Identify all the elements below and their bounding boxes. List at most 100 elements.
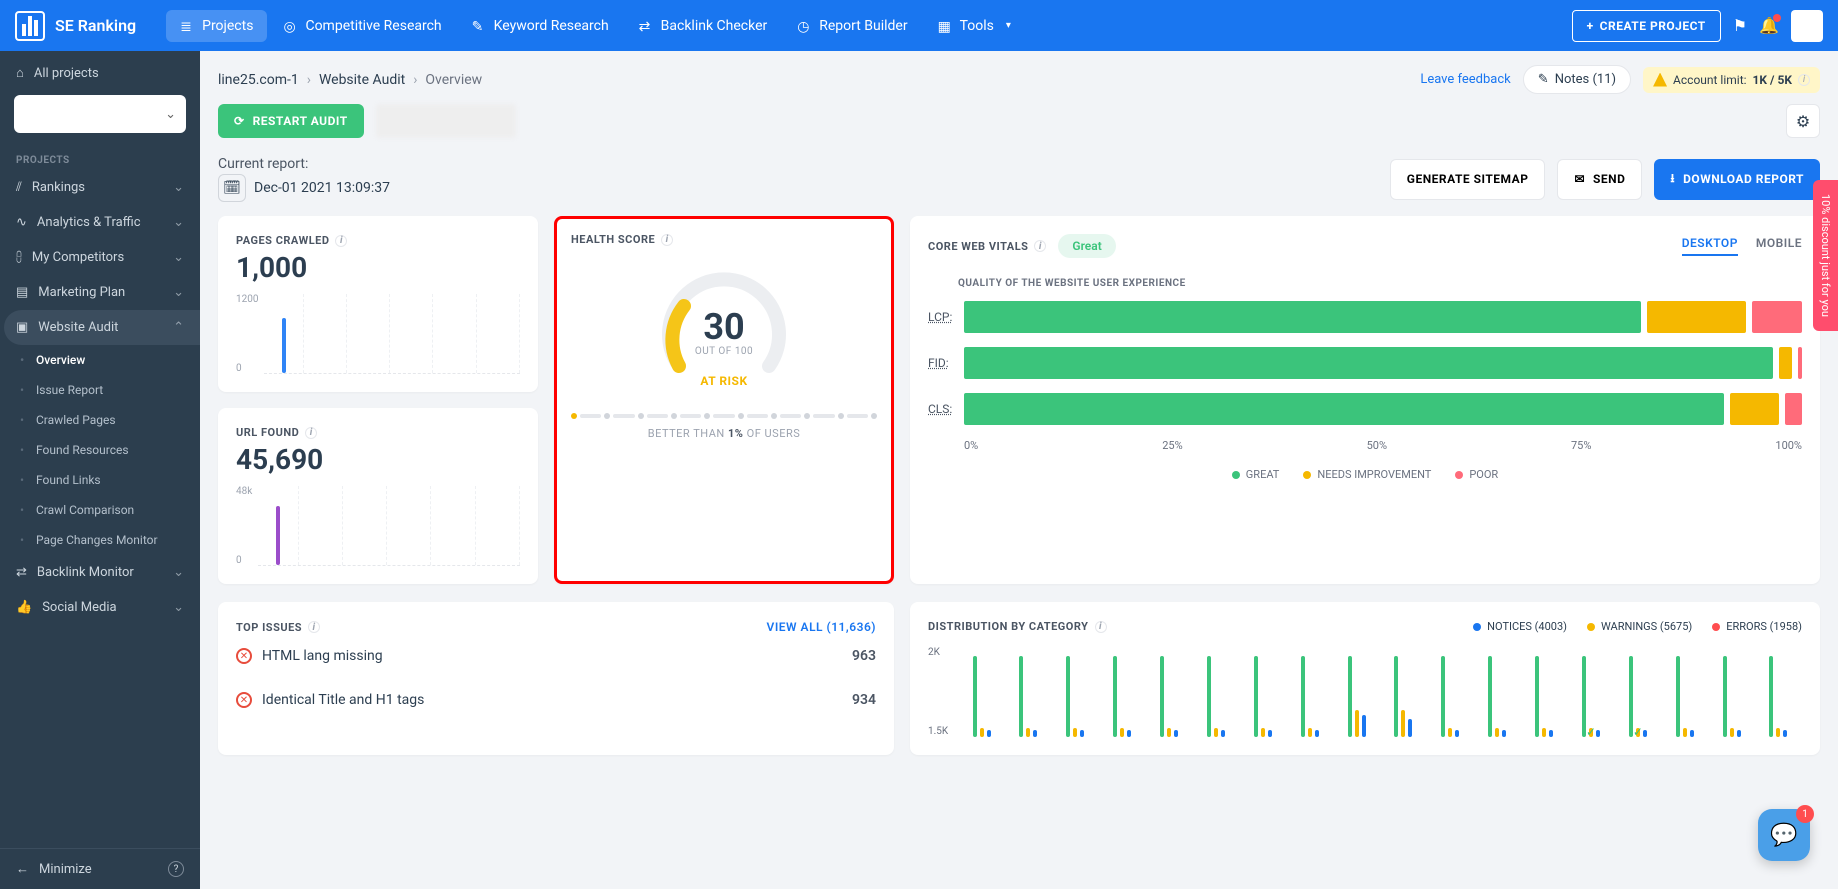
- breadcrumb-project[interactable]: line25.com-1: [218, 72, 299, 88]
- pages-crawled-value: 1,000: [236, 251, 520, 284]
- user-avatar[interactable]: [1791, 10, 1823, 42]
- y-max: 1200: [236, 294, 258, 305]
- chat-button[interactable]: 💬: [1758, 809, 1810, 861]
- account-limit-badge[interactable]: Account limit: 1K / 5K i: [1643, 67, 1820, 93]
- subnav-found-resources[interactable]: Found Resources: [36, 435, 200, 465]
- chevron-up-icon: ⌃: [173, 320, 184, 335]
- sidebar-item-marketing-plan[interactable]: ▤Marketing Plan⌄: [0, 275, 200, 310]
- notifications-button[interactable]: 🔔: [1759, 16, 1779, 35]
- create-project-button[interactable]: +CREATE PROJECT: [1572, 10, 1721, 42]
- chevron-down-icon: ⌄: [173, 600, 184, 615]
- nav-tools[interactable]: ▦Tools▾: [924, 10, 1025, 42]
- breadcrumb-sep: ›: [307, 72, 311, 88]
- subnav-overview[interactable]: Overview: [36, 345, 200, 375]
- sidebar-item-rankings[interactable]: ⫽Rankings⌄: [0, 170, 200, 205]
- chevron-down-icon: ⌄: [173, 215, 184, 230]
- subnav-page-changes[interactable]: Page Changes Monitor: [36, 525, 200, 555]
- subnav-crawl-comparison[interactable]: Crawl Comparison: [36, 495, 200, 525]
- nav-competitive-research[interactable]: ◎Competitive Research: [269, 10, 455, 42]
- sidebar-item-competitors[interactable]: ⩉My Competitors⌄: [0, 240, 200, 275]
- nav-label: Keyword Research: [494, 18, 609, 34]
- audit-icon: ▣: [16, 320, 28, 335]
- url-found-sparkline: 48k0: [236, 486, 520, 566]
- side-label: Rankings: [32, 180, 85, 195]
- audit-submenu: Overview Issue Report Crawled Pages Foun…: [0, 345, 200, 555]
- view-all-issues-link[interactable]: VIEW ALL (11,636): [767, 620, 876, 634]
- sidebar: ⌂All projects ⌄ PROJECTS ⫽Rankings⌄ ∿Ana…: [0, 51, 200, 889]
- info-icon[interactable]: i: [1034, 240, 1046, 252]
- pulse-icon: ∿: [16, 215, 27, 230]
- sidebar-item-backlink-monitor[interactable]: ⇄Backlink Monitor⌄: [0, 555, 200, 590]
- generate-sitemap-button[interactable]: GENERATE SITEMAP: [1390, 159, 1546, 200]
- issue-row[interactable]: ✕ HTML lang missing 963: [236, 634, 876, 678]
- subnav-found-links[interactable]: Found Links: [36, 465, 200, 495]
- minimize-sidebar-button[interactable]: ←Minimize?: [0, 849, 200, 889]
- sidebar-section-label: PROJECTS: [0, 147, 200, 170]
- issue-row[interactable]: ✕ Identical Title and H1 tags 934: [236, 678, 876, 722]
- card-title-text: CORE WEB VITALS: [928, 240, 1028, 253]
- tab-mobile[interactable]: MOBILE: [1756, 236, 1802, 256]
- all-projects-link[interactable]: ⌂All projects: [0, 51, 200, 95]
- y-max: 48k: [236, 486, 252, 497]
- notes-button[interactable]: ✎Notes (11): [1523, 65, 1631, 94]
- brand-logo[interactable]: SE Ranking: [15, 11, 136, 41]
- card-title-text: DISTRIBUTION BY CATEGORY: [928, 620, 1089, 633]
- info-icon[interactable]: i: [661, 234, 673, 246]
- info-icon[interactable]: i: [308, 621, 320, 633]
- link-icon: ⇄: [16, 565, 27, 580]
- send-button[interactable]: ✉SEND: [1557, 159, 1642, 200]
- nav-backlink-checker[interactable]: ⇄Backlink Checker: [625, 10, 782, 42]
- tab-desktop[interactable]: DESKTOP: [1682, 236, 1738, 256]
- minimize-label: Minimize: [39, 862, 92, 877]
- thumbs-up-icon: 👍: [16, 600, 32, 615]
- cwv-legend: GREAT NEEDS IMPROVEMENT POOR: [928, 468, 1802, 481]
- nav-keyword-research[interactable]: ✎Keyword Research: [458, 10, 623, 42]
- sidebar-item-website-audit[interactable]: ▣Website Audit⌃: [4, 310, 200, 345]
- nav-label: Tools: [960, 18, 994, 34]
- edit-icon: ✎: [1538, 72, 1549, 87]
- subnav-issue-report[interactable]: Issue Report: [36, 375, 200, 405]
- info-icon[interactable]: i: [1095, 621, 1107, 633]
- subnav-crawled-pages[interactable]: Crawled Pages: [36, 405, 200, 435]
- leave-feedback-link[interactable]: Leave feedback: [1420, 72, 1510, 87]
- redacted-area: [376, 104, 516, 138]
- restart-audit-button[interactable]: ⟳RESTART AUDIT: [218, 104, 364, 138]
- report-date-selector[interactable]: 🗓 Dec-01 2021 13:09:37: [218, 174, 390, 202]
- chevron-down-icon: ⌄: [173, 565, 184, 580]
- top-navigation: SE Ranking ≣Projects ◎Competitive Resear…: [0, 0, 1838, 51]
- download-report-button[interactable]: ⭳DOWNLOAD REPORT: [1654, 159, 1820, 200]
- breadcrumb-section[interactable]: Website Audit: [319, 72, 405, 88]
- url-found-card: URL FOUNDi 45,690 48k0: [218, 408, 538, 584]
- info-icon[interactable]: i: [305, 427, 317, 439]
- nav-report-builder[interactable]: ◷Report Builder: [783, 10, 921, 42]
- health-score-sub: OUT OF 100: [649, 346, 799, 357]
- brand-name: SE Ranking: [55, 16, 136, 35]
- nav-items: ≣Projects ◎Competitive Research ✎Keyword…: [166, 10, 1572, 42]
- info-icon[interactable]: i: [335, 235, 347, 247]
- legend-errors: ERRORS (1958): [1726, 620, 1802, 633]
- project-selector[interactable]: ⌄: [14, 95, 186, 133]
- help-icon[interactable]: ?: [168, 861, 184, 877]
- sidebar-item-social-media[interactable]: 👍 Social Media ⌄: [0, 590, 200, 625]
- url-found-value: 45,690: [236, 443, 520, 476]
- nav-projects[interactable]: ≣Projects: [166, 10, 267, 42]
- settings-button[interactable]: ⚙: [1786, 104, 1820, 138]
- y-val: 2K: [928, 647, 948, 658]
- generate-label: GENERATE SITEMAP: [1407, 172, 1529, 186]
- legend-notices: NOTICES (4003): [1487, 620, 1567, 633]
- download-label: DOWNLOAD REPORT: [1683, 172, 1804, 186]
- target-icon: ◎: [283, 19, 297, 33]
- sidebar-item-analytics[interactable]: ∿Analytics & Traffic⌄: [0, 205, 200, 240]
- health-score-card: HEALTH SCOREi 30 OUT OF 100 AT RISK: [554, 216, 894, 584]
- error-icon: ✕: [236, 692, 252, 708]
- cwv-row-fid: FID:: [928, 347, 1802, 379]
- card-title-text: TOP ISSUES: [236, 621, 302, 634]
- flag-icon[interactable]: ⚑: [1733, 16, 1747, 35]
- legend-needs: NEEDS IMPROVEMENT: [1317, 468, 1431, 481]
- distribution-card: DISTRIBUTION BY CATEGORY i NOTICES (4003)…: [910, 602, 1820, 755]
- limit-value: 1K / 5K: [1753, 73, 1792, 87]
- promo-tab[interactable]: 10% discount just for you: [1813, 180, 1838, 331]
- issue-label: Identical Title and H1 tags: [262, 692, 424, 708]
- card-title-text: PAGES CRAWLED: [236, 234, 329, 247]
- side-label: Social Media: [42, 600, 116, 615]
